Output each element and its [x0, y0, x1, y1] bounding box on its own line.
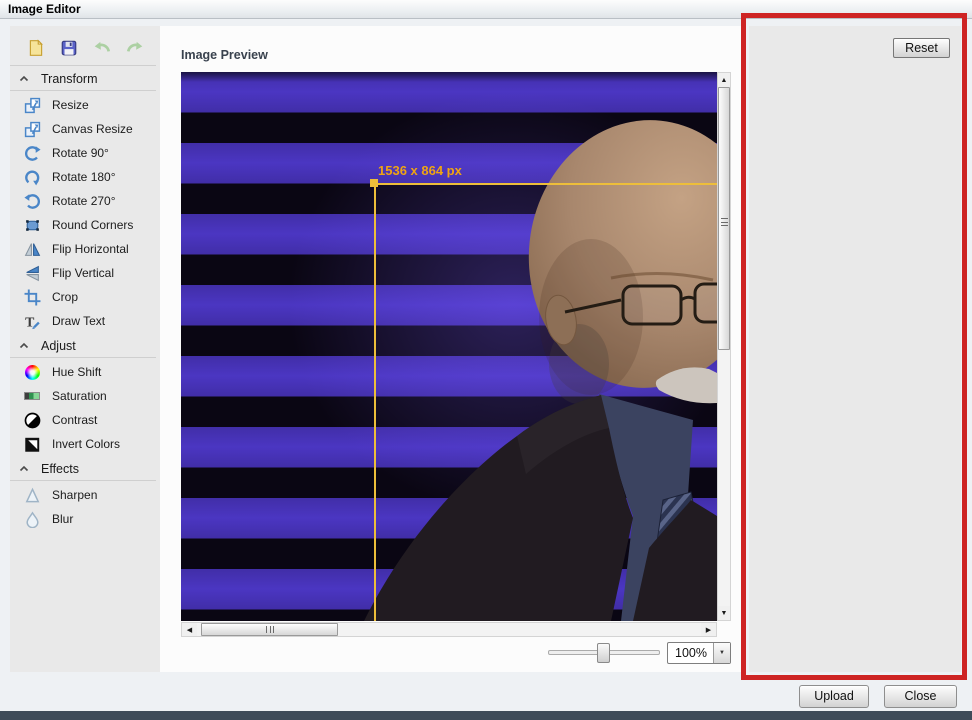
- crop-icon: [23, 289, 41, 306]
- image-preview-canvas[interactable]: 1536 x 864 px: [181, 72, 717, 621]
- sharpen-icon: [23, 487, 41, 504]
- sidebar-item-draw-text[interactable]: T Draw Text: [10, 309, 160, 333]
- sidebar-item-label: Blur: [52, 512, 74, 526]
- sidebar-item-label: Crop: [52, 290, 79, 304]
- horizontal-scrollbar-thumb[interactable]: [201, 623, 338, 636]
- chevron-up-icon: [18, 340, 30, 352]
- sidebar-item-flip-horizontal[interactable]: Flip Horizontal: [10, 237, 160, 261]
- sidebar-item-crop[interactable]: Crop: [10, 285, 160, 309]
- sidebar-item-flip-vertical[interactable]: Flip Vertical: [10, 261, 160, 285]
- dialog-titlebar: Image Editor: [0, 0, 972, 19]
- sidebar-item-rotate-90[interactable]: Rotate 90°: [10, 141, 160, 165]
- vertical-scrollbar-thumb[interactable]: [718, 87, 730, 350]
- contrast-icon: [23, 412, 41, 429]
- redo-icon[interactable]: [125, 38, 144, 57]
- flip-vertical-icon: [23, 265, 41, 282]
- section-header-transform[interactable]: Transform: [10, 68, 156, 91]
- svg-text:T: T: [25, 314, 34, 329]
- draw-text-icon: T: [23, 313, 41, 330]
- scroll-right-icon[interactable]: ▶: [701, 623, 716, 636]
- invert-colors-icon: [23, 436, 41, 453]
- vertical-scrollbar[interactable]: ▲ ▼: [717, 72, 731, 621]
- flip-horizontal-icon: [23, 241, 41, 258]
- sidebar-item-label: Rotate 270°: [52, 194, 116, 208]
- sidebar-item-label: Invert Colors: [52, 437, 121, 451]
- sidebar-item-label: Rotate 90°: [52, 146, 109, 160]
- sidebar-item-sharpen[interactable]: Sharpen: [10, 483, 160, 507]
- section-header-adjust[interactable]: Adjust: [10, 335, 156, 358]
- reset-button[interactable]: Reset: [893, 38, 950, 58]
- section-label: Adjust: [41, 339, 76, 353]
- section-header-effects[interactable]: Effects: [10, 458, 156, 481]
- sidebar-item-label: Flip Vertical: [52, 266, 115, 280]
- undo-icon[interactable]: [92, 38, 111, 57]
- crop-corner-handle[interactable]: [370, 179, 378, 187]
- preview-title: Image Preview: [181, 48, 268, 62]
- sidebar-item-saturation[interactable]: Saturation: [10, 384, 160, 408]
- zoom-level-value[interactable]: 100%: [668, 643, 713, 663]
- canvas-resize-icon: [23, 121, 41, 138]
- rotate-270-icon: [23, 193, 41, 210]
- close-button[interactable]: Close: [884, 685, 957, 708]
- new-file-icon[interactable]: [26, 38, 45, 57]
- sidebar-item-label: Draw Text: [52, 314, 106, 328]
- crop-size-label: 1536 x 864 px: [378, 163, 462, 178]
- sidebar-item-contrast[interactable]: Contrast: [10, 408, 160, 432]
- scroll-left-icon[interactable]: ◀: [182, 623, 197, 636]
- options-panel: [749, 26, 961, 672]
- zoom-slider-thumb[interactable]: [597, 643, 610, 663]
- chevron-down-icon[interactable]: ▼: [713, 643, 730, 663]
- sidebar-item-blur[interactable]: Blur: [10, 507, 160, 531]
- sidebar-item-round-corners[interactable]: Round Corners: [10, 213, 160, 237]
- sidebar-item-label: Flip Horizontal: [52, 242, 129, 256]
- sidebar-item-label: Contrast: [52, 413, 98, 427]
- blur-icon: [23, 510, 41, 528]
- sidebar-item-resize[interactable]: Resize: [10, 93, 160, 117]
- zoom-level-combobox[interactable]: 100% ▼: [667, 642, 731, 664]
- sidebar-item-label: Sharpen: [52, 488, 98, 502]
- tools-sidebar: Transform Resize Canvas Resize Rotate 90…: [10, 26, 160, 672]
- scroll-down-icon[interactable]: ▼: [718, 606, 730, 620]
- sidebar-item-canvas-resize[interactable]: Canvas Resize: [10, 117, 160, 141]
- chevron-up-icon: [18, 73, 30, 85]
- upload-button[interactable]: Upload: [799, 685, 869, 708]
- chevron-up-icon: [18, 463, 30, 475]
- zoom-slider[interactable]: [548, 643, 660, 663]
- crop-line-horizontal[interactable]: [374, 183, 717, 185]
- rotate-90-icon: [23, 145, 41, 162]
- sidebar-item-label: Resize: [52, 98, 89, 112]
- sidebar-item-rotate-270[interactable]: Rotate 270°: [10, 189, 160, 213]
- section-label: Effects: [41, 462, 79, 476]
- dialog-title: Image Editor: [8, 2, 81, 16]
- sidebar-item-label: Rotate 180°: [52, 170, 116, 184]
- sidebar-item-label: Saturation: [52, 389, 107, 403]
- resize-icon: [23, 97, 41, 114]
- dialog-bottom-edge: [0, 711, 972, 720]
- scroll-up-icon[interactable]: ▲: [718, 73, 730, 87]
- sidebar-item-label: Hue Shift: [52, 365, 102, 379]
- section-label: Transform: [41, 72, 98, 86]
- horizontal-scrollbar[interactable]: ◀ ▶: [181, 622, 717, 637]
- sidebar-item-hue-shift[interactable]: Hue Shift: [10, 360, 160, 384]
- saturation-icon: [23, 388, 41, 405]
- save-icon[interactable]: [59, 38, 78, 57]
- crop-line-vertical[interactable]: [374, 183, 376, 621]
- file-toolbar: [10, 26, 156, 66]
- photo-man-portrait: [364, 120, 717, 621]
- sidebar-item-rotate-180[interactable]: Rotate 180°: [10, 165, 160, 189]
- sidebar-item-invert-colors[interactable]: Invert Colors: [10, 432, 160, 456]
- rotate-180-icon: [23, 169, 41, 186]
- round-corners-icon: [23, 217, 41, 234]
- sidebar-item-label: Round Corners: [52, 218, 134, 232]
- hue-shift-icon: [23, 364, 41, 381]
- sidebar-item-label: Canvas Resize: [52, 122, 133, 136]
